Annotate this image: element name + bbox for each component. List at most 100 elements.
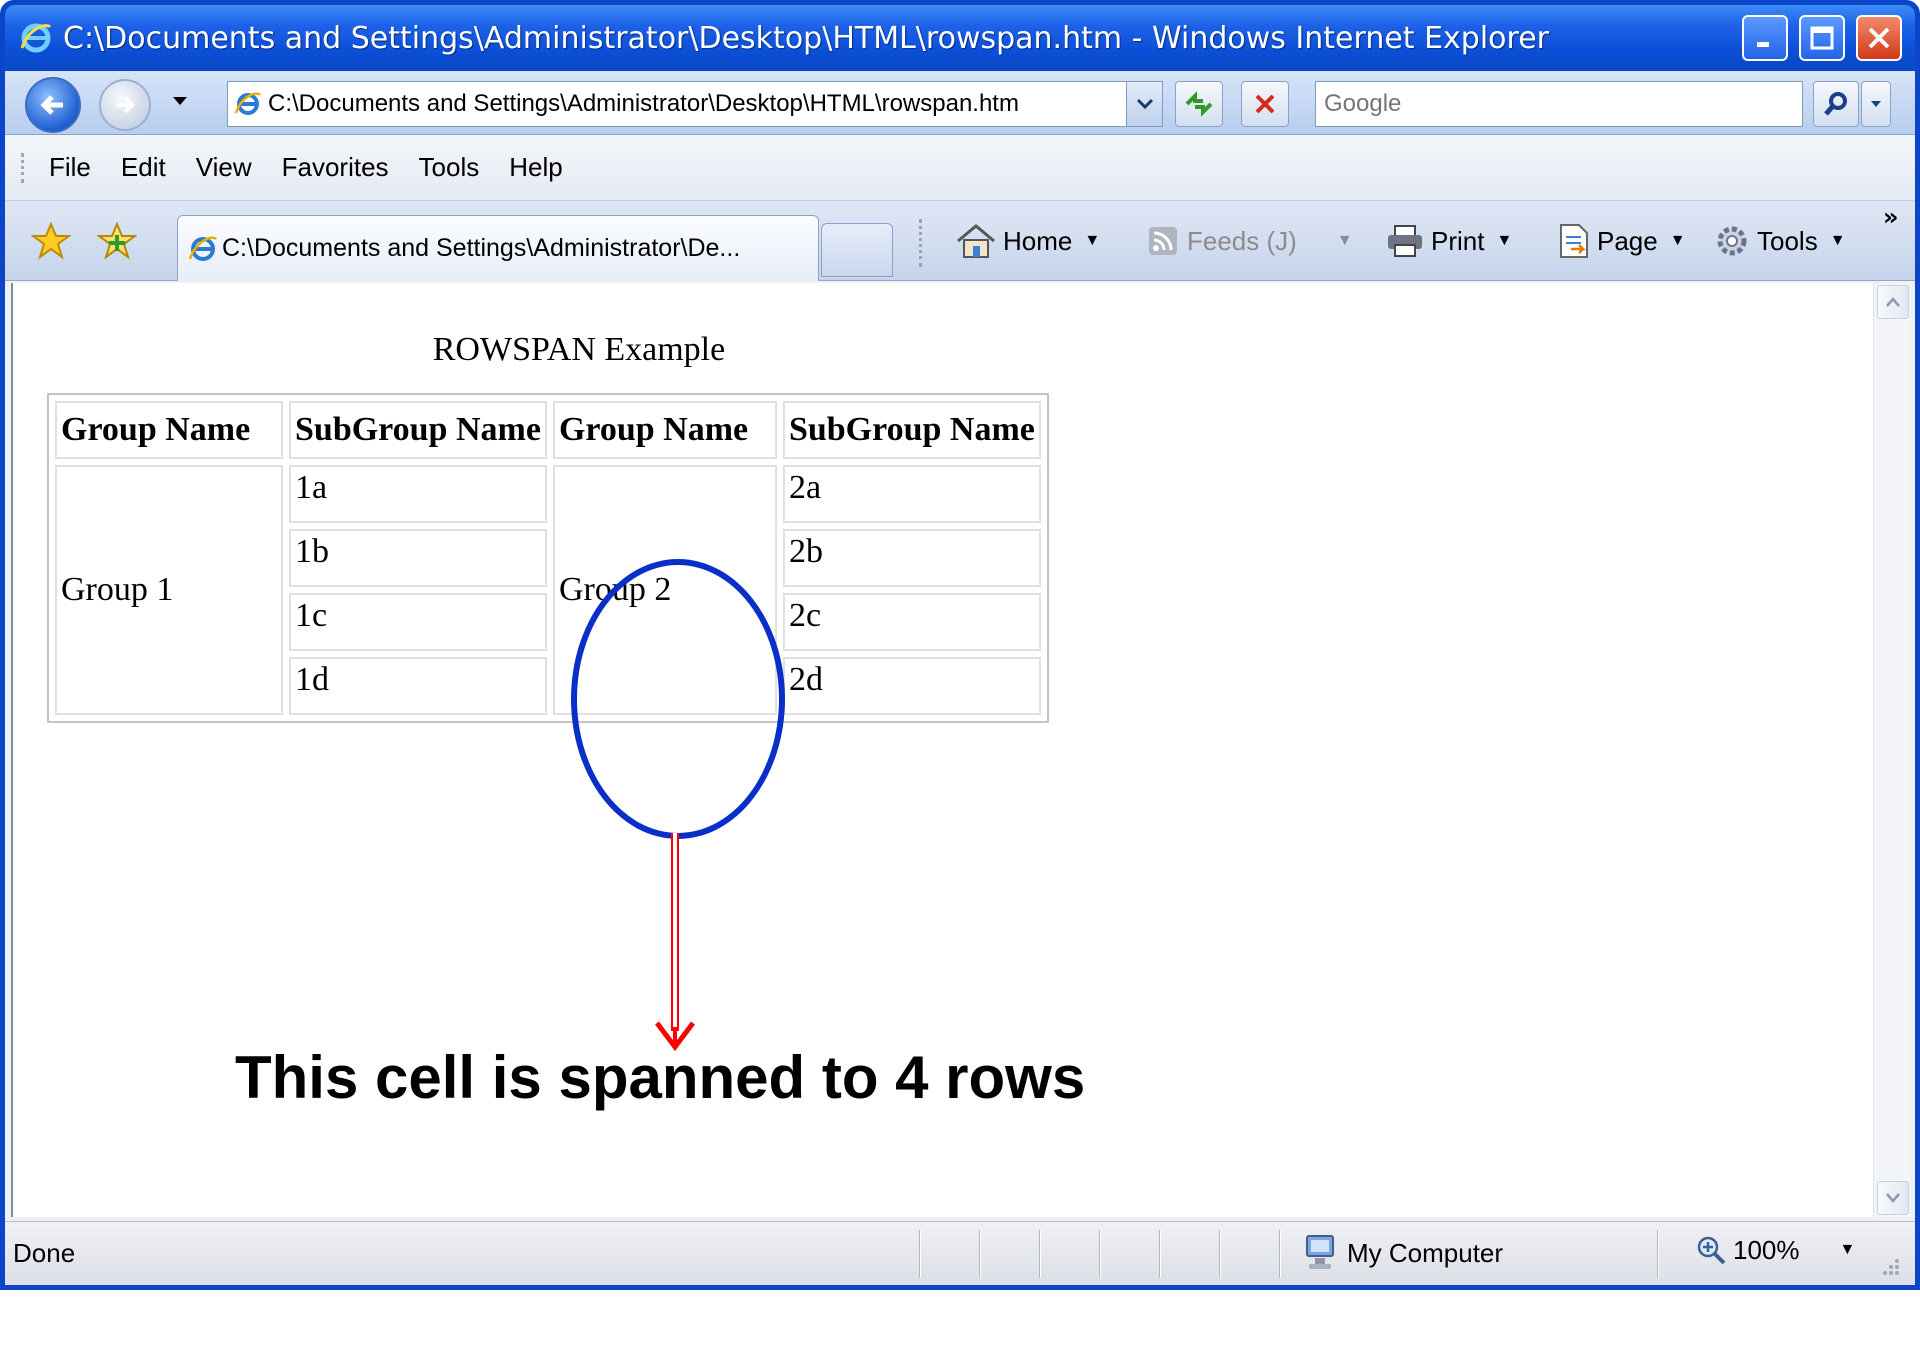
menu-bar: File Edit View Favorites Tools Help <box>5 135 1915 201</box>
browser-window: C:\Documents and Settings\Administrator\… <box>0 0 1920 1290</box>
vertical-scrollbar[interactable] <box>1873 283 1911 1217</box>
favorites-star-icon[interactable] <box>31 221 71 261</box>
page-button[interactable]: Page ▼ <box>1557 221 1686 261</box>
print-button[interactable]: Print ▼ <box>1385 221 1512 261</box>
status-divider <box>1657 1230 1659 1278</box>
subgroup-cell: 1b <box>289 529 547 587</box>
computer-icon <box>1306 1235 1334 1269</box>
tab-bar: C:\Documents and Settings\Administrator\… <box>5 201 1915 281</box>
menu-help[interactable]: Help <box>509 152 562 183</box>
address-dropdown[interactable] <box>1126 82 1162 126</box>
scroll-up-button[interactable] <box>1877 285 1909 319</box>
navigation-bar: C:\Documents and Settings\Administrator\… <box>5 71 1915 135</box>
subgroup-cell: 1c <box>289 593 547 651</box>
table-header: SubGroup Name <box>289 401 547 459</box>
feeds-button[interactable]: Feeds (J) ▼ <box>1147 221 1353 261</box>
status-divider <box>1279 1230 1281 1278</box>
window-title: C:\Documents and Settings\Administrator\… <box>63 20 1549 56</box>
add-favorite-icon[interactable] <box>97 221 137 261</box>
table-row: Group 1 1a Group 2 2a <box>55 465 1041 715</box>
minimize-icon <box>1757 42 1769 47</box>
menu-view[interactable]: View <box>196 152 252 183</box>
toolbar-separator <box>919 219 923 267</box>
zoom-dropdown-caret[interactable]: ▼ <box>1840 1241 1856 1259</box>
status-divider <box>1159 1230 1161 1278</box>
page-caption: ROWSPAN Example <box>432 331 726 368</box>
feeds-dropdown-caret[interactable]: ▼ <box>1337 232 1353 250</box>
tab-title: C:\Documents and Settings\Administrator\… <box>222 234 741 262</box>
tools-button[interactable]: Tools ▼ <box>1713 221 1846 261</box>
stop-button[interactable] <box>1241 81 1289 127</box>
subgroup-cell: 2d <box>782 657 1041 715</box>
status-divider <box>979 1230 981 1278</box>
back-button[interactable] <box>25 77 81 133</box>
back-arrow-icon <box>40 95 63 115</box>
page-viewport: ROWSPAN Example Group Name SubGroup Name… <box>11 283 1911 1217</box>
new-tab-button[interactable] <box>821 223 893 277</box>
search-button[interactable] <box>1813 81 1859 127</box>
tools-dropdown-caret[interactable]: ▼ <box>1830 232 1846 250</box>
menu-edit[interactable]: Edit <box>121 152 166 183</box>
feeds-icon <box>1149 227 1177 255</box>
annotation-arrow-icon <box>655 833 695 1052</box>
home-dropdown-caret[interactable]: ▼ <box>1084 232 1100 250</box>
chevron-down-icon <box>1886 1193 1900 1203</box>
browser-client: C:\Documents and Settings\Administrator\… <box>5 71 1915 1285</box>
subgroup-cell: 2b <box>782 529 1041 587</box>
search-box[interactable] <box>1315 81 1803 127</box>
page-dropdown-caret[interactable]: ▼ <box>1670 232 1686 250</box>
tab-active[interactable]: C:\Documents and Settings\Administrator\… <box>177 215 819 281</box>
annotation-text: This cell is spanned to 4 rows <box>235 1044 1086 1111</box>
status-divider <box>1219 1230 1221 1278</box>
status-divider <box>1099 1230 1101 1278</box>
security-zone[interactable]: My Computer <box>1303 1234 1503 1272</box>
recent-pages-dropdown[interactable] <box>173 97 187 105</box>
address-bar[interactable]: C:\Documents and Settings\Administrator\… <box>227 81 1163 127</box>
subgroup-cell: 1a <box>289 465 547 523</box>
group-1-cell: Group 1 <box>55 465 283 715</box>
table-header-row: Group Name SubGroup Name Group Name SubG… <box>55 401 1041 459</box>
close-icon <box>1868 27 1890 49</box>
chevron-up-icon <box>1886 297 1900 307</box>
table-header: Group Name <box>552 401 777 459</box>
table-header: SubGroup Name <box>782 401 1041 459</box>
chevron-down-icon <box>1871 101 1881 107</box>
close-button[interactable] <box>1856 15 1902 61</box>
tab-ie-icon <box>188 236 217 261</box>
subgroup-cell: 2c <box>782 593 1041 651</box>
stop-icon <box>1255 94 1275 114</box>
print-icon <box>1388 225 1422 257</box>
refresh-button[interactable] <box>1175 81 1223 127</box>
menu-tools[interactable]: Tools <box>419 152 480 183</box>
minimize-button[interactable] <box>1742 15 1788 61</box>
scroll-down-button[interactable] <box>1877 1181 1909 1215</box>
menu-favorites[interactable]: Favorites <box>282 152 389 183</box>
forward-arrow-icon <box>116 96 135 114</box>
subgroup-cell: 1d <box>289 657 547 715</box>
status-bar: Done My Computer 100% ▼ <box>5 1221 1915 1285</box>
search-icon <box>1824 92 1847 116</box>
toolbar-grip <box>21 152 25 183</box>
search-input[interactable] <box>1316 90 1802 118</box>
annotation-ellipse <box>571 559 785 839</box>
resize-grip-icon[interactable] <box>1879 1255 1901 1277</box>
tools-gear-icon <box>1717 226 1747 256</box>
status-text: Done <box>13 1238 76 1268</box>
zoom-control[interactable]: 100% ▼ <box>1695 1234 1855 1266</box>
maximize-button[interactable] <box>1799 15 1845 61</box>
page-ie-icon <box>234 92 261 115</box>
search-options-button[interactable] <box>1861 81 1891 127</box>
print-dropdown-caret[interactable]: ▼ <box>1496 232 1512 250</box>
address-url[interactable]: C:\Documents and Settings\Administrator\… <box>268 90 1108 118</box>
zoom-icon <box>1697 1236 1726 1265</box>
home-button[interactable]: Home ▼ <box>955 221 1100 261</box>
chevron-down-icon <box>1136 98 1153 110</box>
toolbar-overflow-chevron-icon[interactable]: » <box>1883 203 1899 231</box>
title-bar[interactable]: C:\Documents and Settings\Administrator\… <box>5 5 1915 71</box>
menu-file[interactable]: File <box>49 152 91 183</box>
forward-button[interactable] <box>99 79 151 131</box>
home-icon <box>957 224 995 258</box>
status-divider <box>1039 1230 1041 1278</box>
rowspan-table: Group Name SubGroup Name Group Name SubG… <box>47 393 1049 723</box>
page-icon <box>1560 224 1588 258</box>
